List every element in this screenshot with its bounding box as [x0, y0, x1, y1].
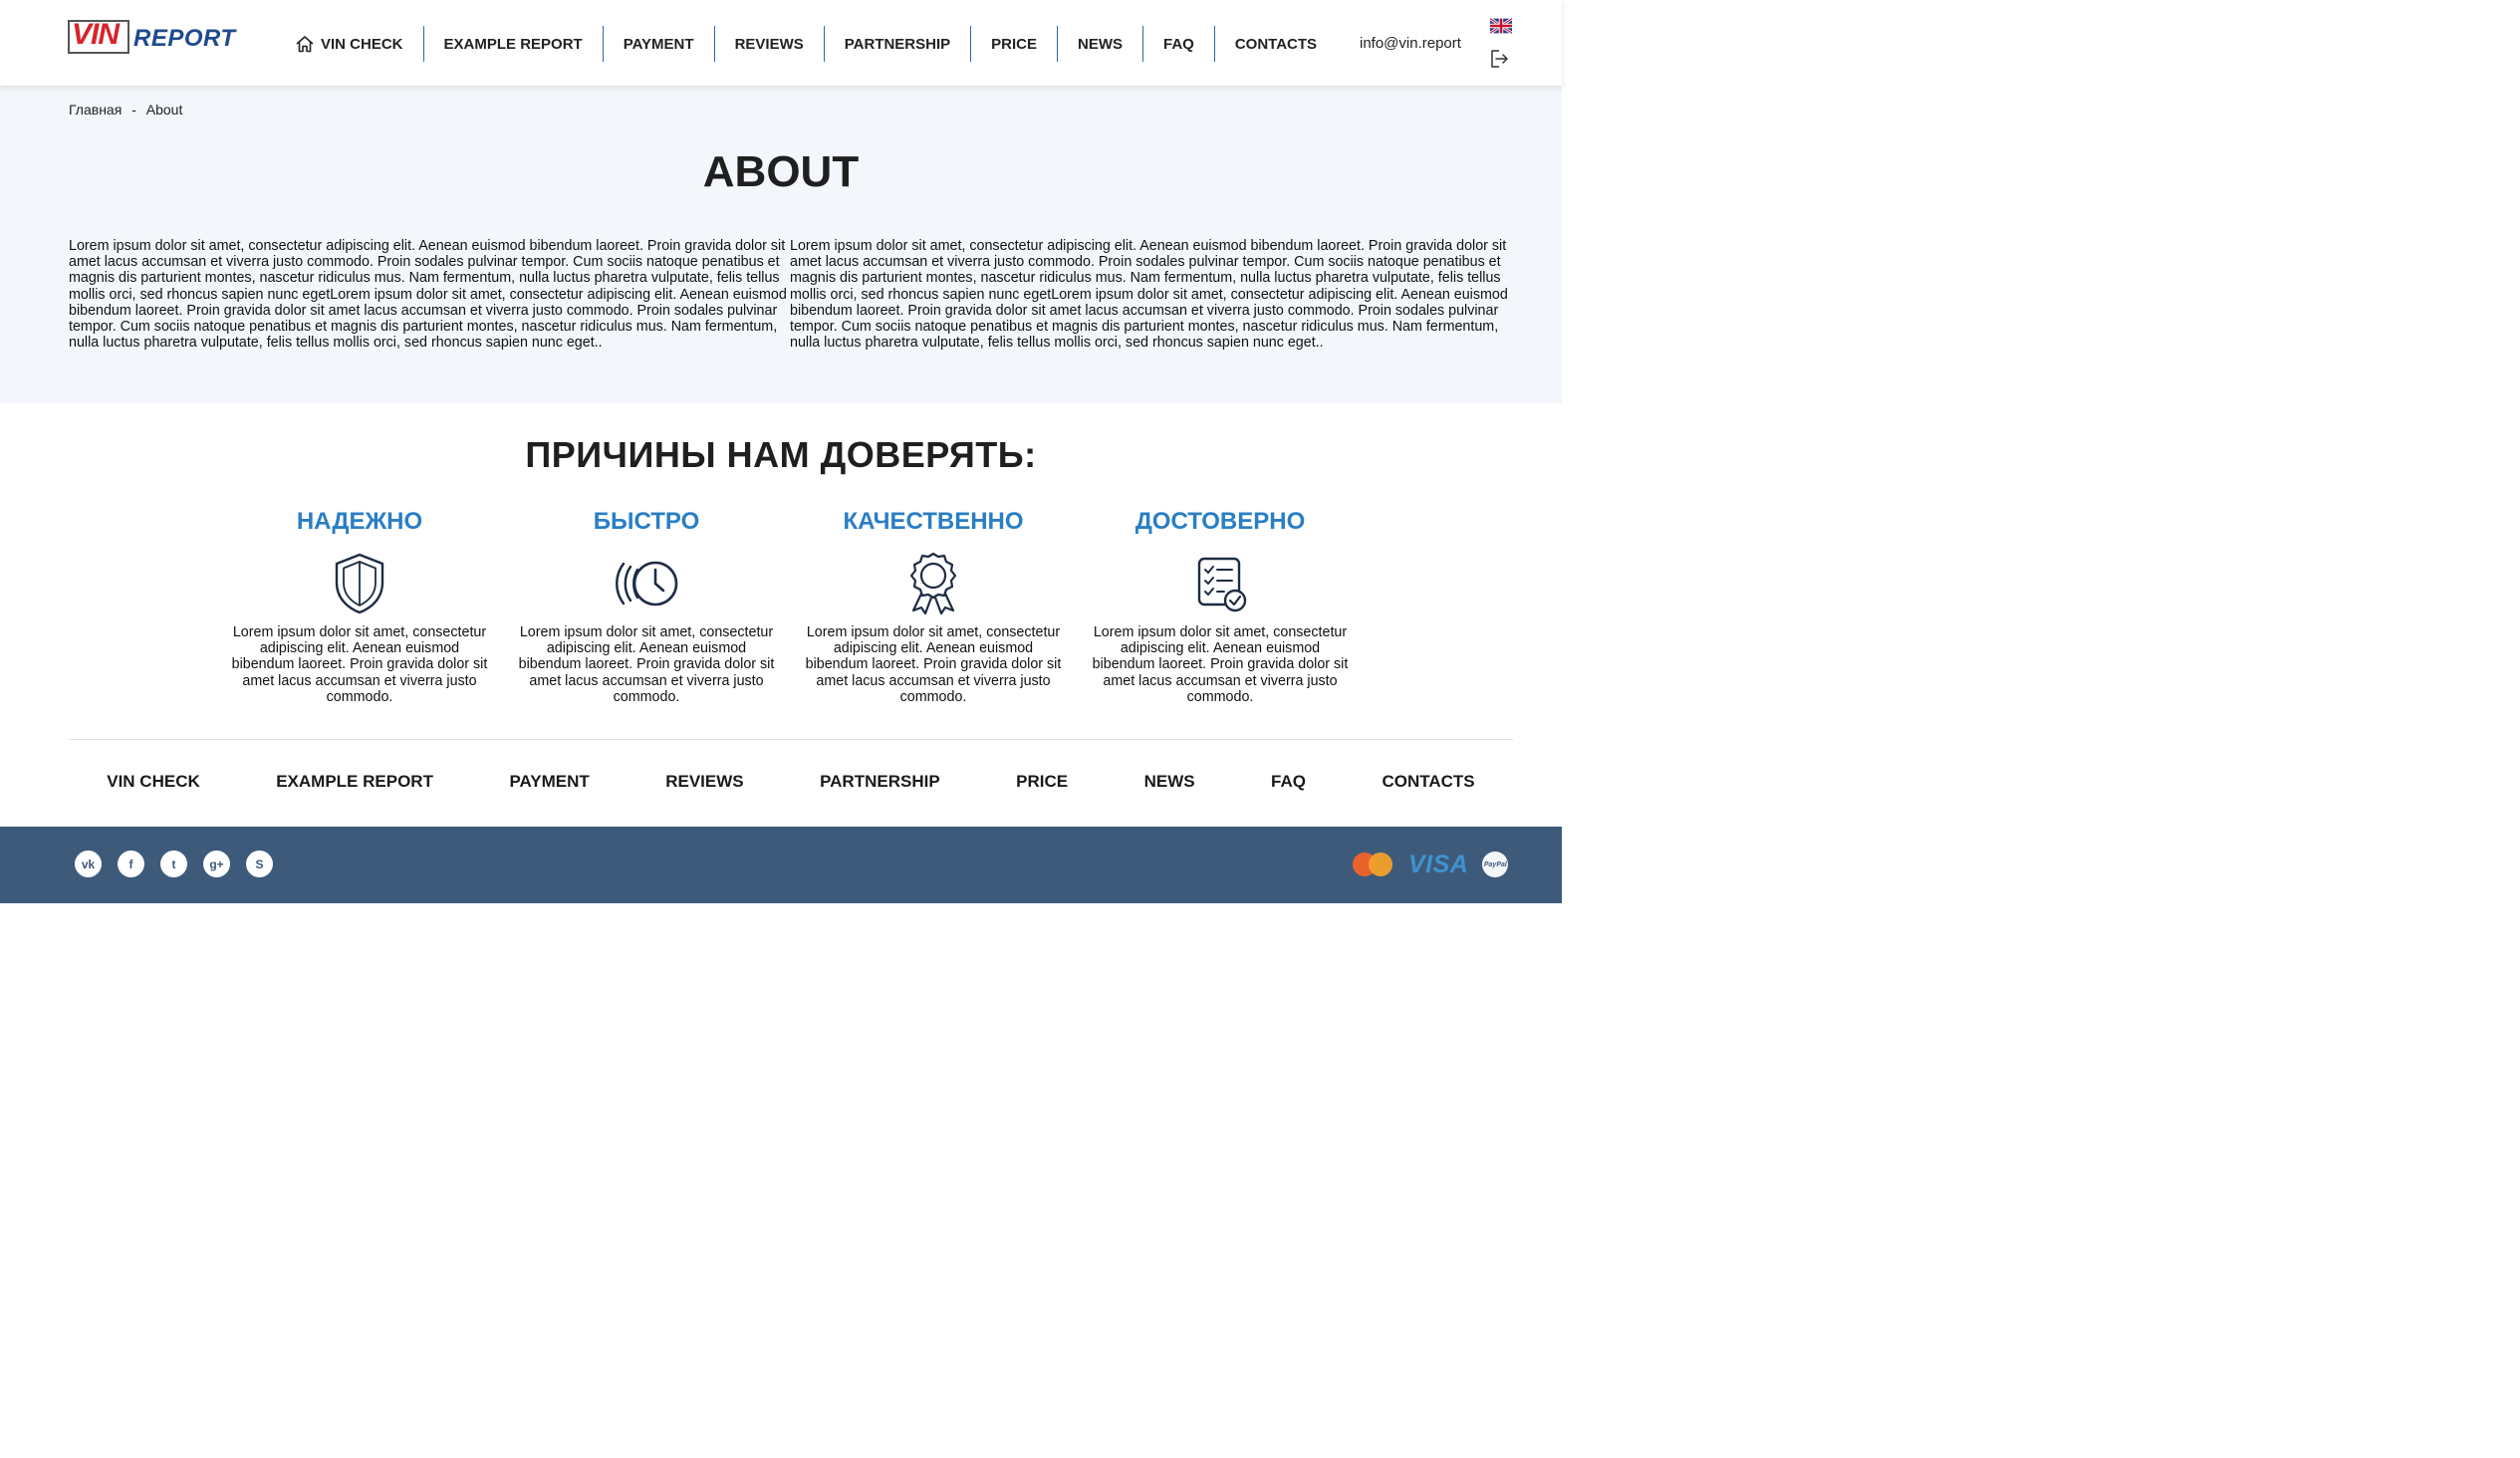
visa-logo: VISA: [1408, 850, 1469, 878]
breadcrumb: Главная - About: [69, 102, 182, 118]
uk-flag-icon[interactable]: [1490, 18, 1512, 34]
nav-item-example-report[interactable]: EXAMPLE REPORT: [424, 26, 604, 62]
footer-nav-price[interactable]: PRICE: [1016, 772, 1068, 792]
nav-item-vin-check[interactable]: VIN CHECK: [289, 26, 424, 62]
nav-item-contacts[interactable]: CONTACTS: [1215, 26, 1337, 62]
footer-nav: VIN CHECK EXAMPLE REPORT PAYMENT REVIEWS…: [69, 767, 1513, 797]
google-plus-icon[interactable]: g+: [203, 850, 230, 877]
nav-item-reviews[interactable]: REVIEWS: [715, 26, 825, 62]
twitter-icon[interactable]: t: [160, 850, 187, 877]
skype-glyph: S: [255, 856, 264, 871]
footer-nav-faq[interactable]: FAQ: [1271, 772, 1306, 792]
nav-item-payment[interactable]: PAYMENT: [604, 26, 715, 62]
email-link[interactable]: info@vin.report: [1360, 35, 1461, 52]
nav-item-faq[interactable]: FAQ: [1143, 26, 1215, 62]
facebook-icon[interactable]: f: [118, 850, 144, 877]
logo-vin-text: VIN: [72, 18, 120, 51]
breadcrumb-separator: -: [131, 102, 136, 118]
trust-item-text: Lorem ipsum dolor sit amet, consectetur …: [1092, 624, 1349, 705]
site-logo[interactable]: VIN REPORT: [68, 16, 237, 58]
nav-label: VIN CHECK: [321, 35, 403, 53]
footer-nav-example-report[interactable]: EXAMPLE REPORT: [276, 772, 433, 792]
fast-clock-icon: [616, 561, 678, 607]
footer-nav-partnership[interactable]: PARTNERSHIP: [820, 772, 940, 792]
footer-nav-payment[interactable]: PAYMENT: [509, 772, 589, 792]
trust-item-title: БЫСТРО: [593, 508, 700, 535]
footer-nav-vin-check[interactable]: VIN CHECK: [107, 772, 200, 792]
nav-item-partnership[interactable]: PARTNERSHIP: [825, 26, 972, 62]
nav-label: PRICE: [991, 35, 1037, 53]
nav-label: NEWS: [1078, 35, 1123, 53]
trust-item-fast: БЫСТРО Lorem ipsum dolor sit amet, conse…: [512, 505, 781, 705]
trust-item-text: Lorem ipsum dolor sit amet, consectetur …: [518, 624, 775, 705]
nav-label: FAQ: [1163, 35, 1194, 53]
site-header: VIN REPORT VIN CHECK EXAMPLE REPORT PAYM…: [0, 0, 1562, 86]
nav-label: CONTACTS: [1234, 35, 1318, 53]
nav-label: REVIEWS: [734, 35, 804, 53]
trust-item-quality: КАЧЕСТВЕННО Lorem ipsum dolor sit amet, …: [799, 505, 1068, 705]
paypal-icon: PayPal: [1482, 851, 1509, 877]
payment-methods: VISA PayPal: [1351, 847, 1509, 882]
mastercard-icon: [1351, 850, 1394, 878]
vk-glyph: vk: [81, 856, 96, 871]
vk-icon[interactable]: vk: [75, 850, 102, 877]
shield-icon: [335, 553, 384, 614]
about-text-right: Lorem ipsum dolor sit amet, consectetur …: [790, 238, 1508, 352]
logo-report-text: REPORT: [133, 25, 236, 52]
award-ribbon-icon: [909, 552, 957, 615]
page-title: ABOUT: [702, 147, 860, 196]
paypal-label: PayPal: [1483, 860, 1507, 868]
trust-item-title: НАДЕЖНО: [296, 508, 423, 535]
checklist-icon: [1197, 557, 1247, 612]
footer-divider: [69, 739, 1513, 740]
trust-heading: ПРИЧИНЫ НАМ ДОВЕРЯТЬ:: [525, 434, 1037, 475]
footer-nav-contacts[interactable]: CONTACTS: [1382, 772, 1474, 792]
trust-item-title: ДОСТОВЕРНО: [1134, 508, 1306, 535]
breadcrumb-current: About: [145, 102, 183, 118]
facebook-glyph: f: [128, 856, 133, 871]
nav-item-news[interactable]: NEWS: [1058, 26, 1143, 62]
nav-label: EXAMPLE REPORT: [443, 35, 583, 53]
home-icon: [296, 36, 314, 53]
nav-item-price[interactable]: PRICE: [971, 26, 1058, 62]
twitter-glyph: t: [171, 856, 176, 871]
about-section: Главная - About ABOUT Lorem ipsum dolor …: [0, 86, 1562, 403]
footer-nav-news[interactable]: NEWS: [1144, 772, 1195, 792]
trust-item-text: Lorem ipsum dolor sit amet, consectetur …: [805, 624, 1062, 705]
nav-label: PAYMENT: [623, 35, 694, 53]
about-text-left: Lorem ipsum dolor sit amet, consectetur …: [69, 238, 787, 352]
google-plus-glyph: g+: [209, 856, 224, 871]
skype-icon[interactable]: S: [246, 850, 273, 877]
trust-item-credible: ДОСТОВЕРНО Lorem ipsum dolor sit amet, c…: [1086, 505, 1355, 705]
nav-label: PARTNERSHIP: [844, 35, 951, 53]
breadcrumb-home-link[interactable]: Главная: [69, 102, 122, 118]
bottom-bar: vk f t g+ S VISA PayPal: [0, 827, 1562, 903]
main-nav: VIN CHECK EXAMPLE REPORT PAYMENT REVIEWS…: [289, 26, 1337, 62]
trust-item-title: КАЧЕСТВЕННО: [843, 508, 1024, 535]
footer-nav-reviews[interactable]: REVIEWS: [665, 772, 743, 792]
logout-icon[interactable]: [1488, 48, 1510, 70]
trust-item-reliable: НАДЕЖНО Lorem ipsum dolor sit amet, cons…: [225, 505, 494, 705]
social-links: vk f t g+ S: [75, 850, 273, 877]
trust-item-text: Lorem ipsum dolor sit amet, consectetur …: [231, 624, 488, 705]
